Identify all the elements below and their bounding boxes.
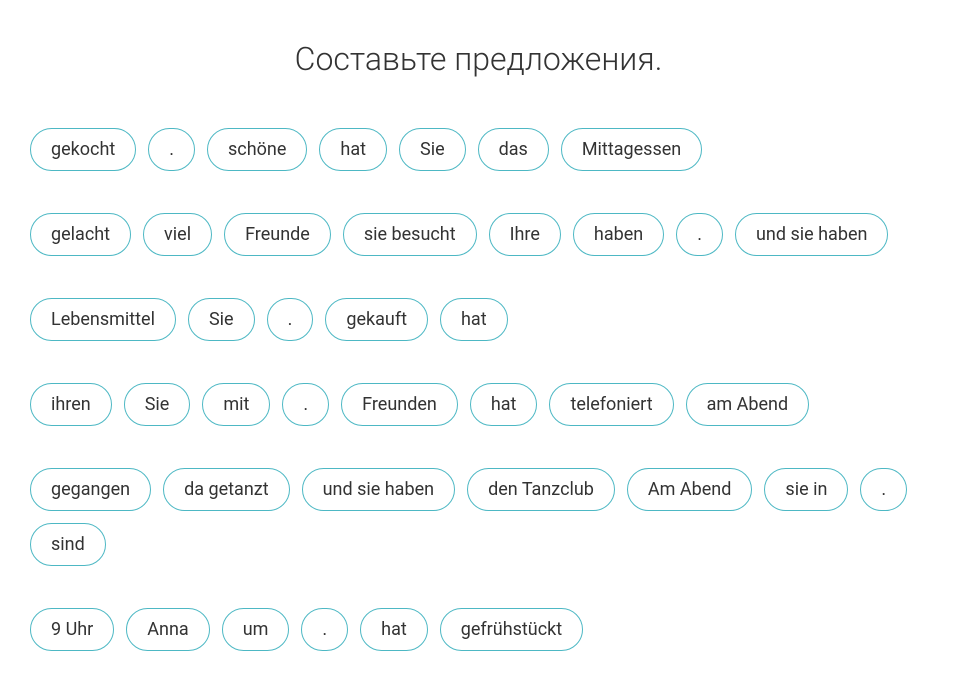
- word-pill[interactable]: sie in: [764, 468, 848, 511]
- word-pill[interactable]: schöne: [207, 128, 307, 171]
- word-pill[interactable]: .: [860, 468, 907, 511]
- word-pill[interactable]: Sie: [124, 383, 191, 426]
- word-pill[interactable]: telefoniert: [549, 383, 673, 426]
- word-pill[interactable]: hat: [360, 608, 428, 651]
- word-pill[interactable]: Sie: [188, 298, 255, 341]
- word-pill[interactable]: .: [267, 298, 314, 341]
- word-pill[interactable]: gelacht: [30, 213, 131, 256]
- word-pill[interactable]: hat: [440, 298, 508, 341]
- word-pill[interactable]: gefrühstückt: [440, 608, 583, 651]
- word-pill[interactable]: am Abend: [686, 383, 810, 426]
- sentence-row-2: Lebensmittel Sie . gekauft hat: [30, 298, 927, 341]
- word-pill[interactable]: Ihre: [489, 213, 561, 256]
- word-pill[interactable]: gegangen: [30, 468, 151, 511]
- word-pill[interactable]: Sie: [399, 128, 466, 171]
- word-pill[interactable]: .: [301, 608, 348, 651]
- sentence-row-5: 9 Uhr Anna um . hat gefrühstückt: [30, 608, 927, 651]
- page-title: Составьте предложения.: [30, 40, 927, 78]
- word-pill[interactable]: Freunden: [341, 383, 458, 426]
- sentence-row-0: gekocht . schöne hat Sie das Mittagessen: [30, 128, 927, 171]
- word-pill[interactable]: Am Abend: [627, 468, 752, 511]
- word-pill[interactable]: Lebensmittel: [30, 298, 176, 341]
- word-pill[interactable]: gekocht: [30, 128, 136, 171]
- word-pill[interactable]: Freunde: [224, 213, 331, 256]
- word-pill[interactable]: ihren: [30, 383, 112, 426]
- word-pill[interactable]: gekauft: [325, 298, 428, 341]
- word-pill[interactable]: viel: [143, 213, 212, 256]
- word-pill[interactable]: 9 Uhr: [30, 608, 114, 651]
- word-pill[interactable]: da getanzt: [163, 468, 290, 511]
- word-pill[interactable]: sind: [30, 523, 106, 566]
- word-pill[interactable]: um: [222, 608, 290, 651]
- word-pill[interactable]: und sie haben: [735, 213, 888, 256]
- word-pill[interactable]: Anna: [126, 608, 209, 651]
- word-pill[interactable]: und sie haben: [302, 468, 455, 511]
- word-pill[interactable]: den Tanzclub: [467, 468, 615, 511]
- sentence-row-3: ihren Sie mit . Freunden hat telefoniert…: [30, 383, 927, 426]
- word-pill[interactable]: hat: [319, 128, 387, 171]
- word-pill[interactable]: Mittagessen: [561, 128, 702, 171]
- word-pill[interactable]: das: [478, 128, 549, 171]
- word-pill[interactable]: haben: [573, 213, 664, 256]
- word-pill[interactable]: .: [676, 213, 723, 256]
- word-pill[interactable]: mit: [202, 383, 270, 426]
- word-pill[interactable]: .: [148, 128, 195, 171]
- word-pill[interactable]: hat: [470, 383, 538, 426]
- sentence-row-1: gelacht viel Freunde sie besucht Ihre ha…: [30, 213, 927, 256]
- word-pill[interactable]: .: [282, 383, 329, 426]
- word-pill[interactable]: sie besucht: [343, 213, 477, 256]
- sentence-row-4: gegangen da getanzt und sie haben den Ta…: [30, 468, 927, 566]
